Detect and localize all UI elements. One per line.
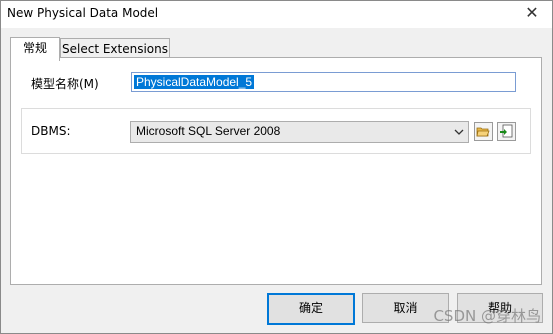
import-icon bbox=[500, 124, 513, 138]
watermark: CSDN @穿林鸟 bbox=[433, 307, 541, 325]
tab-general[interactable]: 常规 bbox=[10, 37, 60, 61]
tab-general-label: 常规 bbox=[22, 41, 47, 55]
import-dbms-button[interactable] bbox=[497, 122, 516, 141]
dbms-select[interactable]: Microsoft SQL Server 2008 bbox=[130, 121, 469, 143]
close-icon[interactable]: ✕ bbox=[523, 4, 541, 22]
model-name-value: PhysicalDataModel_5 bbox=[134, 75, 255, 89]
title-bar: New Physical Data Model ✕ bbox=[0, 0, 553, 28]
model-name-input[interactable]: PhysicalDataModel_5 bbox=[131, 72, 516, 92]
tab-select-extensions-label: Select Extensions bbox=[62, 42, 168, 56]
model-name-label: 模型名称(M) bbox=[31, 77, 99, 91]
dbms-label: DBMS: bbox=[31, 124, 71, 138]
chevron-down-icon bbox=[454, 129, 464, 135]
dbms-select-value: Microsoft SQL Server 2008 bbox=[136, 124, 281, 138]
window-title: New Physical Data Model bbox=[7, 6, 159, 20]
folder-open-icon bbox=[476, 127, 490, 137]
tab-select-extensions[interactable]: Select Extensions bbox=[60, 38, 170, 59]
ok-button[interactable]: 确定 bbox=[267, 293, 355, 325]
browse-dbms-button[interactable] bbox=[474, 122, 493, 141]
